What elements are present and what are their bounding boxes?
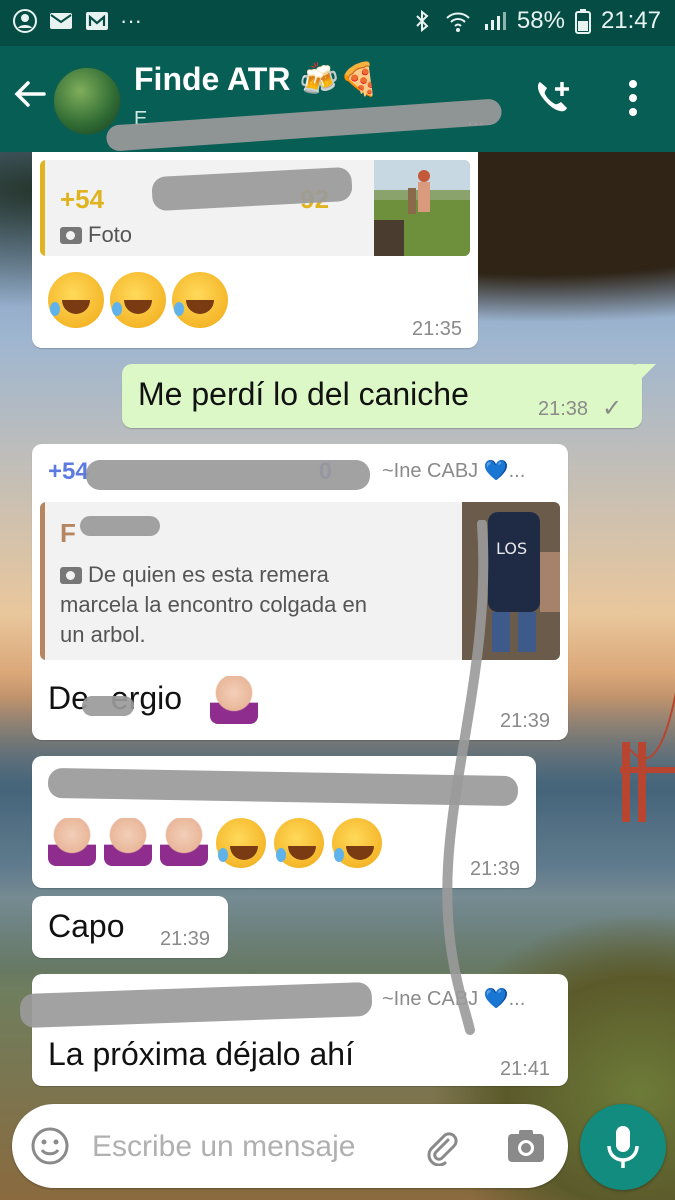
back-arrow-icon[interactable] xyxy=(12,76,48,112)
camera-icon xyxy=(60,227,82,244)
message-time: 21:39 xyxy=(160,928,211,950)
rofl-emoji-icon xyxy=(216,818,266,868)
quote-accent-bar xyxy=(40,502,45,660)
message-bubble-incoming[interactable]: +5492 Foto 21:35 xyxy=(32,152,478,348)
clock: 21:47 xyxy=(600,7,661,34)
add-call-icon[interactable] xyxy=(532,76,576,120)
quote-accent-bar xyxy=(40,160,45,256)
status-bar: ··· 58% 21:47 xyxy=(0,0,675,46)
sent-check-icon: ✓ xyxy=(602,395,623,422)
battery-percent: 58% xyxy=(516,7,565,34)
message-pushname: ~Ine CABJ 💙... xyxy=(382,460,526,482)
facepalm-emoji-icon xyxy=(210,676,258,724)
battery-icon xyxy=(574,9,591,34)
message-input[interactable]: Escribe un mensaje xyxy=(92,1130,355,1164)
microphone-icon xyxy=(607,1126,639,1168)
message-text: Me perdí lo del caniche xyxy=(138,376,469,412)
rofl-emoji-icon xyxy=(332,818,382,868)
message-text: La próxima déjalo ahí xyxy=(48,1036,354,1072)
redaction-mark xyxy=(80,516,160,536)
redaction-mark xyxy=(82,696,134,716)
wifi-icon xyxy=(446,12,470,32)
quote-text: marcela la encontro colgada en xyxy=(60,592,367,617)
redaction-mark xyxy=(105,98,503,152)
emoji-row xyxy=(48,272,228,328)
camera-icon xyxy=(60,567,82,584)
more-notifications-icon: ··· xyxy=(120,8,142,33)
account-icon xyxy=(13,9,37,33)
chat-header: Finde ATR 🍻🍕 E... xyxy=(0,46,675,152)
wallpaper-bridge xyxy=(620,691,675,822)
status-system: 58% 21:47 xyxy=(409,7,661,35)
redaction-mark xyxy=(86,460,370,490)
rofl-emoji-icon xyxy=(110,272,166,328)
quote-text: Foto xyxy=(60,222,132,248)
emoji-row xyxy=(48,818,382,868)
message-time: 21:35 xyxy=(412,318,463,340)
more-options-icon[interactable] xyxy=(620,76,646,120)
facepalm-emoji-icon xyxy=(160,818,208,866)
group-avatar[interactable] xyxy=(52,66,122,136)
voice-message-button[interactable] xyxy=(580,1104,666,1190)
rofl-emoji-icon xyxy=(274,818,324,868)
redaction-mark xyxy=(19,981,373,1029)
photo-thumbnail[interactable] xyxy=(374,160,470,256)
gmail-icon xyxy=(86,12,108,30)
signal-icon xyxy=(484,12,506,30)
quote-sender: F xyxy=(60,518,76,548)
message-time: 21:41 xyxy=(500,1058,551,1080)
message-time: 21:38 xyxy=(538,398,589,420)
quote-text: un arbol. xyxy=(60,622,146,647)
camera-icon[interactable] xyxy=(506,1128,546,1164)
emoji-icon[interactable] xyxy=(30,1126,70,1166)
bubble-tail xyxy=(636,364,656,384)
message-composer[interactable]: Escribe un mensaje xyxy=(12,1104,568,1188)
group-title[interactable]: Finde ATR 🍻🍕 xyxy=(134,60,379,98)
facepalm-emoji-icon xyxy=(104,818,152,866)
rofl-emoji-icon xyxy=(172,272,228,328)
status-notifications: ··· xyxy=(12,8,142,34)
mail-icon xyxy=(50,13,72,29)
bluetooth-icon xyxy=(416,9,429,33)
message-bubble-outgoing[interactable]: Me perdí lo del caniche 21:38 ✓ xyxy=(122,364,642,428)
scribble-mark xyxy=(442,520,489,1035)
facepalm-emoji-icon xyxy=(48,818,96,866)
message-text: Capo xyxy=(48,908,125,944)
quote-text: De quien es esta remera xyxy=(60,562,329,588)
rofl-emoji-icon xyxy=(48,272,104,328)
message-bubble-incoming[interactable]: Capo 21:39 xyxy=(32,896,228,958)
attach-icon[interactable] xyxy=(422,1128,460,1166)
